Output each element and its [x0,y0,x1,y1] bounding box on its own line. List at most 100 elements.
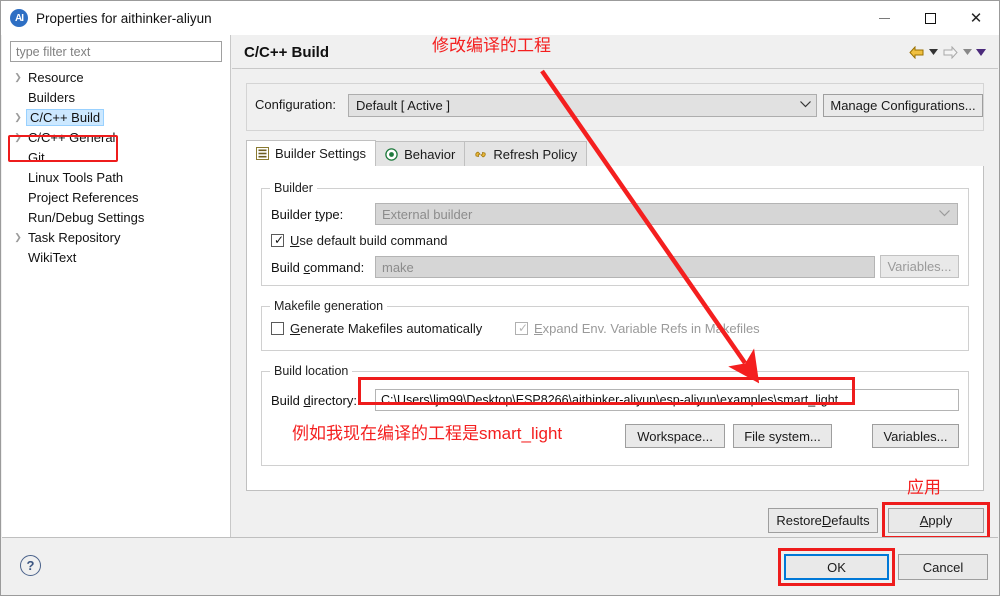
build-command-input: make [375,256,875,278]
eclipse-icon: AI [10,9,28,27]
sidebar-item-label: Linux Tools Path [28,169,124,185]
sidebar-item-label: Resource [28,69,84,85]
minimize-icon [878,17,890,19]
tab-label: Refresh Policy [493,146,578,162]
makefile-group-title: Makefile generation [270,299,388,313]
page-nav-buttons [906,43,988,61]
sidebar-item-label: Builders [28,89,75,105]
tab-label: Behavior [404,146,456,162]
build-location-group-title: Build location [270,364,353,378]
generate-makefiles-checkbox[interactable]: Generate Makefiles automatically [271,321,482,336]
file-system-button[interactable]: File system... [733,424,832,448]
sidebar-item-label: Run/Debug Settings [28,209,145,225]
configuration-value: Default [ Active ] [356,98,450,113]
refresh-links-icon [474,148,487,161]
builder-group-title: Builder [270,181,317,195]
chevron-down-icon [939,209,950,220]
sidebar-item-wikitext[interactable]: WikiText [2,247,230,267]
build-command-label: Build command: [271,260,365,275]
restore-defaults-button[interactable]: Restore Defaults [768,508,878,533]
chevron-right-icon[interactable]: ❯ [10,112,26,123]
settings-page-panel: C/C++ Build Configuration: Default [Act… [232,35,998,539]
sidebar-item-resource[interactable]: ❯ Resource [2,67,230,87]
filter-input[interactable]: type filter text [10,41,222,62]
ok-button[interactable]: OK [784,554,889,580]
chevron-right-icon[interactable]: ❯ [10,132,26,143]
maximize-icon [924,12,936,24]
build-directory-variables-button[interactable]: Variables... [872,424,959,448]
chevron-right-icon[interactable]: ❯ [10,232,26,243]
window-controls: ✕ [861,1,999,35]
checkbox-icon: ✓ [515,322,528,335]
sidebar-item-label: Task Repository [28,229,121,245]
sidebar-item-run-debug-settings[interactable]: Run/Debug Settings [2,207,230,227]
tab-builder-settings[interactable]: Builder Settings [246,140,377,166]
forward-arrow-icon[interactable] [940,43,960,61]
build-command-variables-button: Variables... [880,255,959,278]
builder-type-value: External builder [382,206,473,222]
configuration-select[interactable]: Default [ Active ] [348,94,817,117]
dialog-footer: ? OK Cancel [2,537,998,594]
cancel-button[interactable]: Cancel [898,554,988,580]
configuration-label: Configuration: [255,97,336,112]
tab-behavior[interactable]: Behavior [375,141,466,166]
back-arrow-icon[interactable] [906,43,926,61]
sidebar-item-git[interactable]: Git [2,147,230,167]
tab-bar: Builder Settings Behavior Refresh Policy [246,140,588,166]
build-command-value: make [382,259,414,275]
help-question-icon[interactable]: ? [20,555,41,576]
sidebar-item-label: WikiText [28,249,77,265]
builder-group: Builder Builder type: External builder ✓… [261,181,969,286]
checkbox-label: Generate Makefiles automatically [290,321,483,336]
minimize-button[interactable] [861,1,907,35]
sidebar-item-label: C/C++ Build [26,108,105,126]
checkbox-label: Expand Env. Variable Refs in Makefiles [534,321,760,336]
annotation-apply: 应用 [907,478,941,497]
annotation-modify-project: 修改编译的工程 [432,36,551,55]
close-button[interactable]: ✕ [953,1,999,35]
makefile-generation-group: Makefile generation Generate Makefiles a… [261,299,969,351]
forward-menu-chevron-down-icon[interactable] [960,43,974,61]
sidebar-item-c-c-general[interactable]: ❯ C/C++ General [2,127,230,147]
workspace-button[interactable]: Workspace... [625,424,725,448]
title-bar: AI Properties for aithinker-aliyun ✕ [1,1,999,35]
window-title: Properties for aithinker-aliyun [36,10,212,26]
checkbox-icon [271,322,284,335]
sidebar-item-linux-tools-path[interactable]: Linux Tools Path [2,167,230,187]
back-menu-chevron-down-icon[interactable] [926,43,940,61]
sidebar-item-project-references[interactable]: Project References [2,187,230,207]
checkbox-icon: ✓ [271,234,284,247]
manage-configurations-button[interactable]: Manage Configurations... [823,94,983,117]
tab-refresh-policy[interactable]: Refresh Policy [464,141,588,166]
expand-env-variable-refs-checkbox: ✓ Expand Env. Variable Refs in Makefiles [515,321,760,336]
builder-type-label: Builder type: [271,207,344,222]
checkbox-label: Use default build command [290,233,448,248]
page-header: C/C++ Build [232,35,998,69]
sidebar-item-c-c-build[interactable]: ❯ C/C++ Build [2,107,230,127]
build-directory-input[interactable]: C:\Users\ljm99\Desktop\ESP8266\aithinker… [375,389,959,411]
use-default-build-command-checkbox[interactable]: ✓ Use default build command [271,233,448,248]
properties-dialog: AI Properties for aithinker-aliyun ✕ typ… [0,0,1000,596]
sidebar-item-label: Project References [28,189,139,205]
sidebar-item-label: Git [28,149,45,165]
builder-type-select: External builder [375,203,958,225]
chevron-down-icon [794,100,816,111]
settings-tree-panel: type filter text ❯ Resource Builders ❯ C/C++… [2,35,231,538]
apply-button[interactable]: Apply [888,508,984,533]
target-icon [385,147,398,161]
maximize-button[interactable] [907,1,953,35]
tab-label: Builder Settings [275,146,367,161]
sidebar-item-task-repository[interactable]: ❯ Task Repository [2,227,230,247]
configuration-area: Configuration: Default [ Active ] Manage… [246,83,984,131]
build-directory-label: Build directory: [271,393,357,408]
annotation-example-project: 例如我现在编译的工程是smart_light [292,424,563,443]
list-settings-icon [256,147,269,160]
settings-tree: ❯ Resource Builders ❯ C/C++ Build ❯ C/C++ Gene… [2,67,230,267]
sidebar-item-builders[interactable]: Builders [2,87,230,107]
chevron-right-icon[interactable]: ❯ [10,72,26,83]
page-title: C/C++ Build [244,43,330,61]
close-icon: ✕ [969,9,983,27]
sidebar-item-label: C/C++ General [28,129,116,145]
header-divider [232,68,998,69]
view-menu-chevron-down-filled-icon[interactable] [974,43,988,61]
